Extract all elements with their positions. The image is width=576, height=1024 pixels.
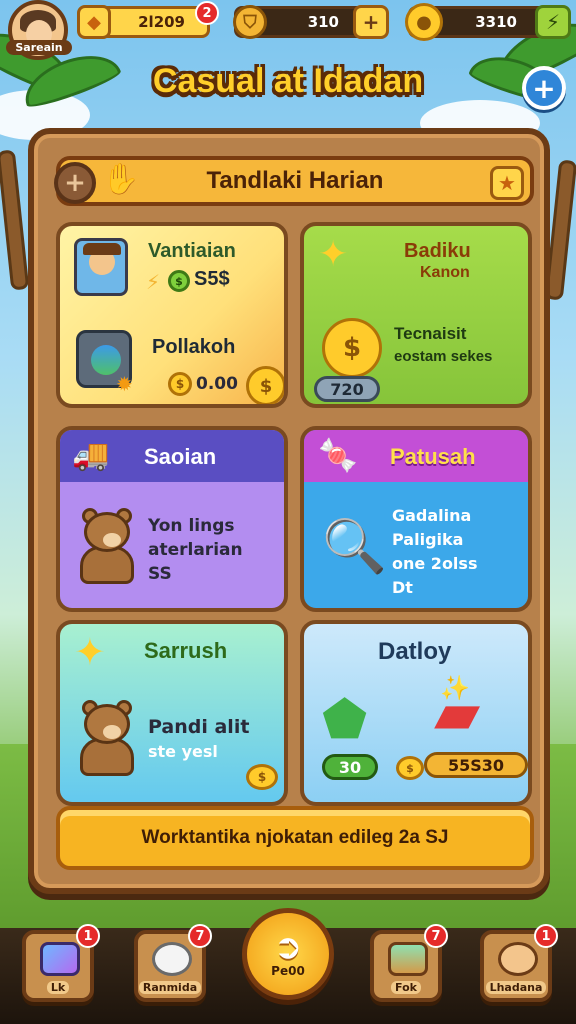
big-coin-icon: $ [246, 366, 284, 404]
nav-item-fok[interactable]: Fok 7 [370, 924, 448, 1002]
crystal-icon [40, 942, 80, 976]
panel-title: Tandlaki Harian [206, 167, 384, 194]
green-coin-icon: $ [168, 270, 190, 292]
coin-icon: $ [246, 764, 278, 790]
nav-label: Lk [46, 981, 70, 994]
sparkle-icon: ✨ [440, 674, 470, 702]
card-value: S5$ [194, 268, 230, 290]
card-title: Saoian [144, 444, 217, 469]
play-arrow-icon: ➲ [273, 927, 303, 967]
nav-item-lhadana[interactable]: Lhadana 1 [480, 924, 558, 1002]
task-card-2[interactable]: ✦ Badiku Kanon $ Tecnaisit eostam sekes … [300, 222, 532, 408]
card-line-1: Gadalina [392, 506, 472, 525]
magic-wand-icon: ✦ [74, 630, 106, 674]
hand-icon: ✋ [102, 162, 140, 197]
daily-tasks-panel: + ✋ Tandlaki Harian ★ Vantiaian ⚡ $ S5$ … [28, 128, 550, 894]
card-title: Datloy [378, 638, 452, 665]
center-label: Pe00 [271, 964, 305, 978]
character-portrait-icon [74, 238, 128, 296]
task-card-3[interactable]: 🚚 Saoian Yon lings aterlarian SS [56, 426, 288, 612]
game-title: Casual at Idadan [152, 62, 424, 100]
nav-badge: 1 [534, 924, 558, 948]
task-card-5[interactable]: ✦ Sarrush Pandi alit ste yesl $ [56, 620, 288, 806]
nav-label: Ranmida [138, 981, 202, 994]
card-line-3: SS [148, 564, 172, 584]
bear-icon [78, 700, 136, 776]
nav-badge: 7 [424, 924, 448, 948]
card-title: Vantiaian [148, 240, 236, 262]
coins-counter[interactable]: ● 3310 ⚡ [405, 3, 571, 41]
bear-icon [78, 508, 136, 584]
gem-count: 30 [322, 754, 378, 780]
gems-value: 2l209 [138, 13, 185, 31]
shields-counter[interactable]: ⛉ 310 + [233, 5, 389, 39]
polar-bear-icon [152, 942, 192, 976]
shield-coin-icon: ⛉ [233, 5, 267, 39]
panel-header: + ✋ Tandlaki Harian ★ [54, 156, 534, 206]
magic-wand-icon: ✦ [318, 234, 349, 275]
card-title: Patusah [390, 444, 476, 469]
card-subtitle: Kanon [420, 264, 470, 281]
plus-icon[interactable]: + [54, 162, 96, 204]
add-coins-button[interactable]: ⚡ [535, 5, 571, 39]
chest-icon [388, 942, 428, 976]
top-plus-button[interactable]: + [522, 66, 566, 110]
lightning-icon: ⚡ [146, 270, 161, 294]
card-subvalue: 0.00 [196, 374, 238, 394]
card-subtitle: Pollakoh [152, 336, 236, 358]
card-line-1: Pandi alit [148, 716, 250, 738]
card-line-2: Paligika [392, 530, 464, 549]
cta-banner-button[interactable]: Worktantika njokatan edileg 2a SJ [56, 806, 534, 870]
star-icon[interactable]: ★ [490, 166, 524, 200]
diamond-icon: ◆ [77, 5, 111, 39]
coin-icon: $ [168, 372, 192, 396]
card-line-2: eostam sekes [394, 348, 493, 365]
card-line-2: aterlarian [148, 540, 243, 560]
gems-badge: 2 [195, 1, 219, 25]
nav-badge: 7 [188, 924, 212, 948]
task-card-6[interactable]: Datloy ⬟ ▰ ✨ 30 $ 55S30 [300, 620, 532, 806]
gems-counter[interactable]: ◆ 2l209 2 [77, 1, 219, 39]
progress-pill: 720 [314, 376, 380, 402]
card-line-3: one 2olss [392, 554, 478, 573]
coin-count: 55S30 [424, 752, 528, 778]
nav-item-lk[interactable]: Lk 1 [22, 924, 100, 1002]
card-line-2: ste yesl [148, 742, 218, 761]
player-name: Sareain [6, 40, 72, 55]
gold-coin-icon: ● [405, 3, 443, 41]
card-line-1: Tecnaisit [394, 324, 467, 343]
nav-label: Lhadana [485, 981, 547, 994]
sun-icon: ✹ [116, 372, 133, 396]
card-title: Sarrush [144, 638, 228, 663]
emerald-icon: ⬟ [322, 690, 368, 750]
cta-label: Worktantika njokatan edileg 2a SJ [141, 827, 449, 848]
nav-label: Fok [391, 981, 421, 994]
palm-trunk [0, 149, 30, 291]
add-shields-button[interactable]: + [353, 5, 389, 39]
top-bar: Sareain ◆ 2l209 2 ⛉ 310 + ● 3310 ⚡ [0, 0, 576, 60]
character-icon [498, 942, 538, 976]
coin-icon: $ [396, 756, 424, 780]
big-coin-icon: $ [322, 318, 382, 378]
nav-badge: 1 [76, 924, 100, 948]
card-line-1: Yon lings [148, 516, 235, 536]
card-title: Badiku [404, 240, 471, 262]
candy-icon: 🍬 [318, 436, 358, 474]
center-play-button[interactable]: ➲ Pe00 [242, 908, 334, 1000]
task-card-1[interactable]: Vantiaian ⚡ $ S5$ ✹ Pollakoh $ 0.00 $ [56, 222, 288, 408]
task-card-4[interactable]: 🍬 Patusah 🔍 Gadalina Paligika one 2olss … [300, 426, 532, 612]
card-line-4: Dt [392, 578, 413, 597]
toy-car-icon: 🚚 [72, 438, 110, 473]
magnifier-icon: 🔍 [322, 517, 387, 577]
nav-item-ranmida[interactable]: Ranmida 7 [134, 924, 212, 1002]
